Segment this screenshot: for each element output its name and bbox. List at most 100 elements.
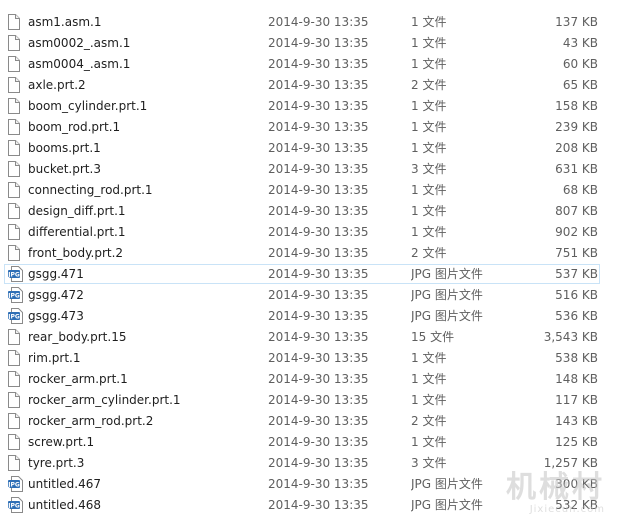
file-name: connecting_rod.prt.1 (28, 183, 153, 197)
file-date-modified: 2014-9-30 13:35 (268, 36, 369, 50)
file-name: asm0002_.asm.1 (28, 36, 131, 50)
jpg-file-icon: JPG (8, 476, 24, 493)
svg-text:JPG: JPG (8, 293, 20, 300)
file-date-modified: 2014-9-30 13:35 (268, 351, 369, 365)
file-name: asm0004_.asm.1 (28, 57, 131, 71)
file-row[interactable]: front_body.prt.2 2014-9-30 13:35 2 文件 751 K… (4, 243, 600, 263)
jpg-file-icon: JPG (8, 497, 24, 514)
file-row[interactable]: rim.prt.1 2014-9-30 13:35 1 文件 538 KB (4, 348, 600, 368)
file-row[interactable]: tyre.prt.3 2014-9-30 13:35 3 文件 1,257 KB (4, 453, 600, 473)
file-size: 516 KB (555, 288, 598, 302)
file-date-modified: 2014-9-30 13:35 (268, 267, 369, 281)
file-row[interactable]: asm0004_.asm.1 2014-9-30 13:35 1 文件 60 KB (4, 54, 600, 74)
file-name: asm1.asm.1 (28, 15, 102, 29)
file-name: untitled.468 (28, 498, 102, 512)
file-name: booms.prt.1 (28, 141, 101, 155)
file-row[interactable]: connecting_rod.prt.1 2014-9-30 13:35 1 文件 6… (4, 180, 600, 200)
blank-file-icon (8, 98, 24, 115)
file-name: rocker_arm_rod.prt.2 (28, 414, 154, 428)
file-row[interactable]: JPG gsgg.473 2014-9-30 13:35 JPG 图片文件 536 KB (4, 306, 600, 326)
file-date-modified: 2014-9-30 13:35 (268, 120, 369, 134)
file-name: boom_cylinder.prt.1 (28, 99, 148, 113)
file-name: axle.prt.2 (28, 78, 86, 92)
file-row[interactable]: bucket.prt.3 2014-9-30 13:35 3 文件 631 KB (4, 159, 600, 179)
file-name: gsgg.471 (28, 267, 84, 281)
blank-file-icon (8, 14, 24, 31)
blank-file-icon (8, 224, 24, 241)
file-row[interactable]: asm1.asm.1 2014-9-30 13:35 1 文件 137 KB (4, 12, 600, 32)
file-size: 143 KB (555, 414, 598, 428)
file-date-modified: 2014-9-30 13:35 (268, 15, 369, 29)
file-name: differential.prt.1 (28, 225, 126, 239)
file-date-modified: 2014-9-30 13:35 (268, 435, 369, 449)
file-size: 300 KB (555, 477, 598, 491)
file-size: 60 KB (562, 57, 598, 71)
blank-file-icon (8, 434, 24, 451)
svg-text:JPG: JPG (8, 482, 20, 489)
file-row[interactable]: rear_body.prt.15 2014-9-30 13:35 15 文件 3,54… (4, 327, 600, 347)
file-date-modified: 2014-9-30 13:35 (268, 141, 369, 155)
blank-file-icon (8, 140, 24, 157)
file-size: 117 KB (555, 393, 598, 407)
file-row[interactable]: JPG untitled.467 2014-9-30 13:35 JPG 图片文件 30… (4, 474, 600, 494)
file-date-modified: 2014-9-30 13:35 (268, 393, 369, 407)
file-name: untitled.467 (28, 477, 102, 491)
file-date-modified: 2014-9-30 13:35 (268, 183, 369, 197)
file-row[interactable]: boom_cylinder.prt.1 2014-9-30 13:35 1 文件 15… (4, 96, 600, 116)
blank-file-icon (8, 56, 24, 73)
file-date-modified: 2014-9-30 13:35 (268, 204, 369, 218)
file-size: 1,257 KB (543, 456, 598, 470)
blank-file-icon (8, 203, 24, 220)
svg-text:JPG: JPG (8, 503, 20, 510)
file-size: 208 KB (555, 141, 598, 155)
blank-file-icon (8, 371, 24, 388)
file-size: 137 KB (555, 15, 598, 29)
jpg-file-icon: JPG (8, 266, 24, 283)
file-date-modified: 2014-9-30 13:35 (268, 57, 369, 71)
file-size: 538 KB (555, 351, 598, 365)
file-date-modified: 2014-9-30 13:35 (268, 372, 369, 386)
file-name: gsgg.473 (28, 309, 84, 323)
file-size: 43 KB (562, 36, 598, 50)
file-row[interactable]: asm0002_.asm.1 2014-9-30 13:35 1 文件 43 KB (4, 33, 600, 53)
file-row[interactable]: JPG gsgg.471 2014-9-30 13:35 JPG 图片文件 537 KB (4, 264, 600, 284)
file-name: rocker_arm.prt.1 (28, 372, 128, 386)
file-name: front_body.prt.2 (28, 246, 124, 260)
file-row[interactable]: differential.prt.1 2014-9-30 13:35 1 文件 902… (4, 222, 600, 242)
file-row[interactable]: rocker_arm_rod.prt.2 2014-9-30 13:35 2 文件 1… (4, 411, 600, 431)
blank-file-icon (8, 182, 24, 199)
file-size: 902 KB (555, 225, 598, 239)
file-row[interactable]: rocker_arm.prt.1 2014-9-30 13:35 1 文件 148 K… (4, 369, 600, 389)
svg-text:JPG: JPG (8, 272, 20, 279)
file-date-modified: 2014-9-30 13:35 (268, 78, 369, 92)
file-date-modified: 2014-9-30 13:35 (268, 477, 369, 491)
file-size: 807 KB (555, 204, 598, 218)
file-row[interactable]: JPG untitled.468 2014-9-30 13:35 JPG 图片文件 53… (4, 495, 600, 515)
file-size: 751 KB (555, 246, 598, 260)
jpg-file-icon: JPG (8, 308, 24, 325)
file-row[interactable]: booms.prt.1 2014-9-30 13:35 1 文件 208 KB (4, 138, 600, 158)
file-row[interactable]: screw.prt.1 2014-9-30 13:35 1 文件 125 KB (4, 432, 600, 452)
file-name: boom_rod.prt.1 (28, 120, 121, 134)
file-row[interactable]: rocker_arm_cylinder.prt.1 2014-9-30 13:35… (4, 390, 600, 410)
blank-file-icon (8, 119, 24, 136)
file-row[interactable]: axle.prt.2 2014-9-30 13:35 2 文件 65 KB (4, 75, 600, 95)
file-name: rim.prt.1 (28, 351, 81, 365)
file-size: 158 KB (555, 99, 598, 113)
file-date-modified: 2014-9-30 13:35 (268, 414, 369, 428)
blank-file-icon (8, 245, 24, 262)
blank-file-icon (8, 161, 24, 178)
file-row[interactable]: design_diff.prt.1 2014-9-30 13:35 1 文件 807 … (4, 201, 600, 221)
file-name: gsgg.472 (28, 288, 84, 302)
file-date-modified: 2014-9-30 13:35 (268, 309, 369, 323)
file-date-modified: 2014-9-30 13:35 (268, 246, 369, 260)
file-date-modified: 2014-9-30 13:35 (268, 456, 369, 470)
file-name: tyre.prt.3 (28, 456, 85, 470)
blank-file-icon (8, 77, 24, 94)
file-row[interactable]: JPG gsgg.472 2014-9-30 13:35 JPG 图片文件 516 KB (4, 285, 600, 305)
file-size: 239 KB (555, 120, 598, 134)
file-date-modified: 2014-9-30 13:35 (268, 162, 369, 176)
file-row[interactable]: boom_rod.prt.1 2014-9-30 13:35 1 文件 239 KB (4, 117, 600, 137)
blank-file-icon (8, 35, 24, 52)
file-name: bucket.prt.3 (28, 162, 101, 176)
